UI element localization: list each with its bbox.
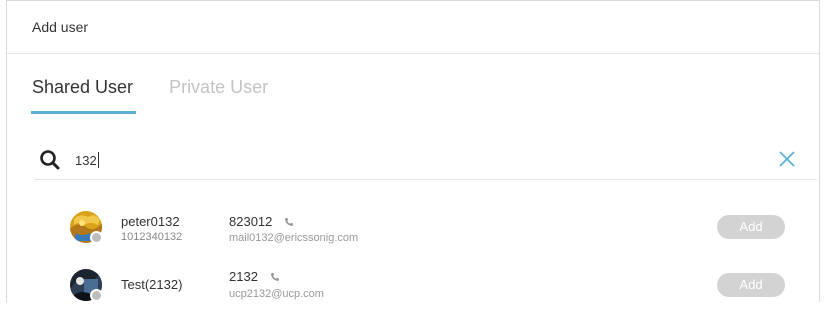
tab-shared-user[interactable]: Shared User [30,77,137,114]
add-user-dialog: Add user Shared User Private User 132 pe… [6,0,820,302]
tab-private-user[interactable]: Private User [169,77,268,114]
phone-number-row: 2132 [229,269,280,285]
list-item: Test(2132) 2132 ucp2132@ucp.com Add [7,269,821,319]
search-input[interactable]: 132 [75,153,97,168]
avatar [70,211,103,244]
search-bar: 132 [35,141,817,180]
user-name: Test(2132) [121,277,183,292]
user-id: 1012340132 [121,231,183,243]
status-dot [90,231,103,244]
user-name: peter0132 [121,214,180,229]
phone-icon[interactable] [270,270,280,285]
avatar [70,269,103,302]
user-email: mail0132@ericssonig.com [229,232,359,244]
phone-icon[interactable] [284,215,294,230]
status-dot [90,289,103,302]
user-email: ucp2132@ucp.com [229,288,324,300]
list-item: peter0132 1012340132 823012 mail0132@eri… [7,211,821,261]
close-icon[interactable] [777,149,797,169]
add-user-button[interactable]: Add [717,273,785,297]
dialog-header: Add user [7,1,819,54]
phone-number-row: 823012 [229,214,294,230]
text-caret [97,152,99,168]
tab-bar: Shared User Private User [30,77,304,114]
search-icon [39,149,61,171]
phone-number: 2132 [229,269,258,284]
dialog-title: Add user [32,19,89,35]
phone-number: 823012 [229,214,273,229]
add-user-button[interactable]: Add [717,215,785,239]
